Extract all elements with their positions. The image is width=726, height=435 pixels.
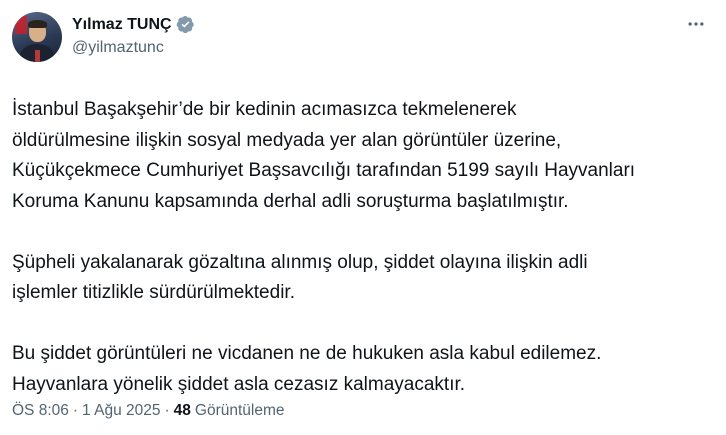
author-display-name[interactable]: Yılmaz TUNÇ	[72, 16, 172, 34]
tweet-time[interactable]: ÖS 8:06	[12, 402, 69, 420]
tweet-line: Küçükçekmece Cumhuriyet Başsavcılığı tar…	[12, 160, 636, 181]
tweet-meta: ÖS 8:06 · 1 Ağu 2025 · 48 Görüntüleme	[12, 402, 285, 420]
verified-badge-icon	[176, 15, 195, 34]
tweet-line: Şüpheli yakalanarak gözaltına alınmış ol…	[12, 251, 588, 273]
tweet-line: Hayvanlara yönelik şiddet asla cezasız k…	[12, 373, 466, 395]
tweet-paragraph: İstanbul Başakşehir’de bir kedinin acıma…	[12, 95, 712, 217]
author-info: Yılmaz TUNÇ @yilmaztunc	[72, 12, 195, 57]
tweet-line: Koruma Kanunu kapsamında derhal adli sor…	[12, 190, 569, 212]
views-count: 48	[173, 402, 191, 419]
tweet-line: öldürülmesine ilişkin sosyal medyada yer…	[12, 129, 562, 151]
avatar[interactable]	[12, 12, 62, 62]
tweet-date[interactable]: 1 Ağu 2025	[82, 402, 160, 420]
tweet-line: İstanbul Başakşehir’de bir kedinin acıma…	[12, 99, 517, 120]
ellipsis-icon	[686, 14, 706, 39]
meta-separator: ·	[72, 402, 79, 419]
tweet-paragraph: Şüpheli yakalanarak gözaltına alınmış ol…	[12, 248, 712, 309]
tweet-line: işlemler titizlikle sürdürülmektedir.	[12, 282, 295, 303]
author-handle[interactable]: @yilmaztunc	[72, 39, 195, 57]
meta-separator: ·	[164, 402, 170, 419]
tweet-line: Bu şiddet görüntüleri ne vicdanen ne de …	[12, 343, 602, 364]
flag-graphic	[15, 16, 27, 34]
tweet-card: Yılmaz TUNÇ @yilmaztunc İstanbul Başakşe	[0, 0, 726, 435]
tweet-header: Yılmaz TUNÇ @yilmaztunc	[12, 12, 712, 76]
more-options-button[interactable]	[682, 12, 710, 40]
tweet-text: İstanbul Başakşehir’de bir kedinin acıma…	[12, 95, 712, 400]
views-label: Görüntüleme	[194, 402, 285, 419]
tweet-paragraph: Bu şiddet görüntüleri ne vicdanen ne de …	[12, 339, 712, 400]
